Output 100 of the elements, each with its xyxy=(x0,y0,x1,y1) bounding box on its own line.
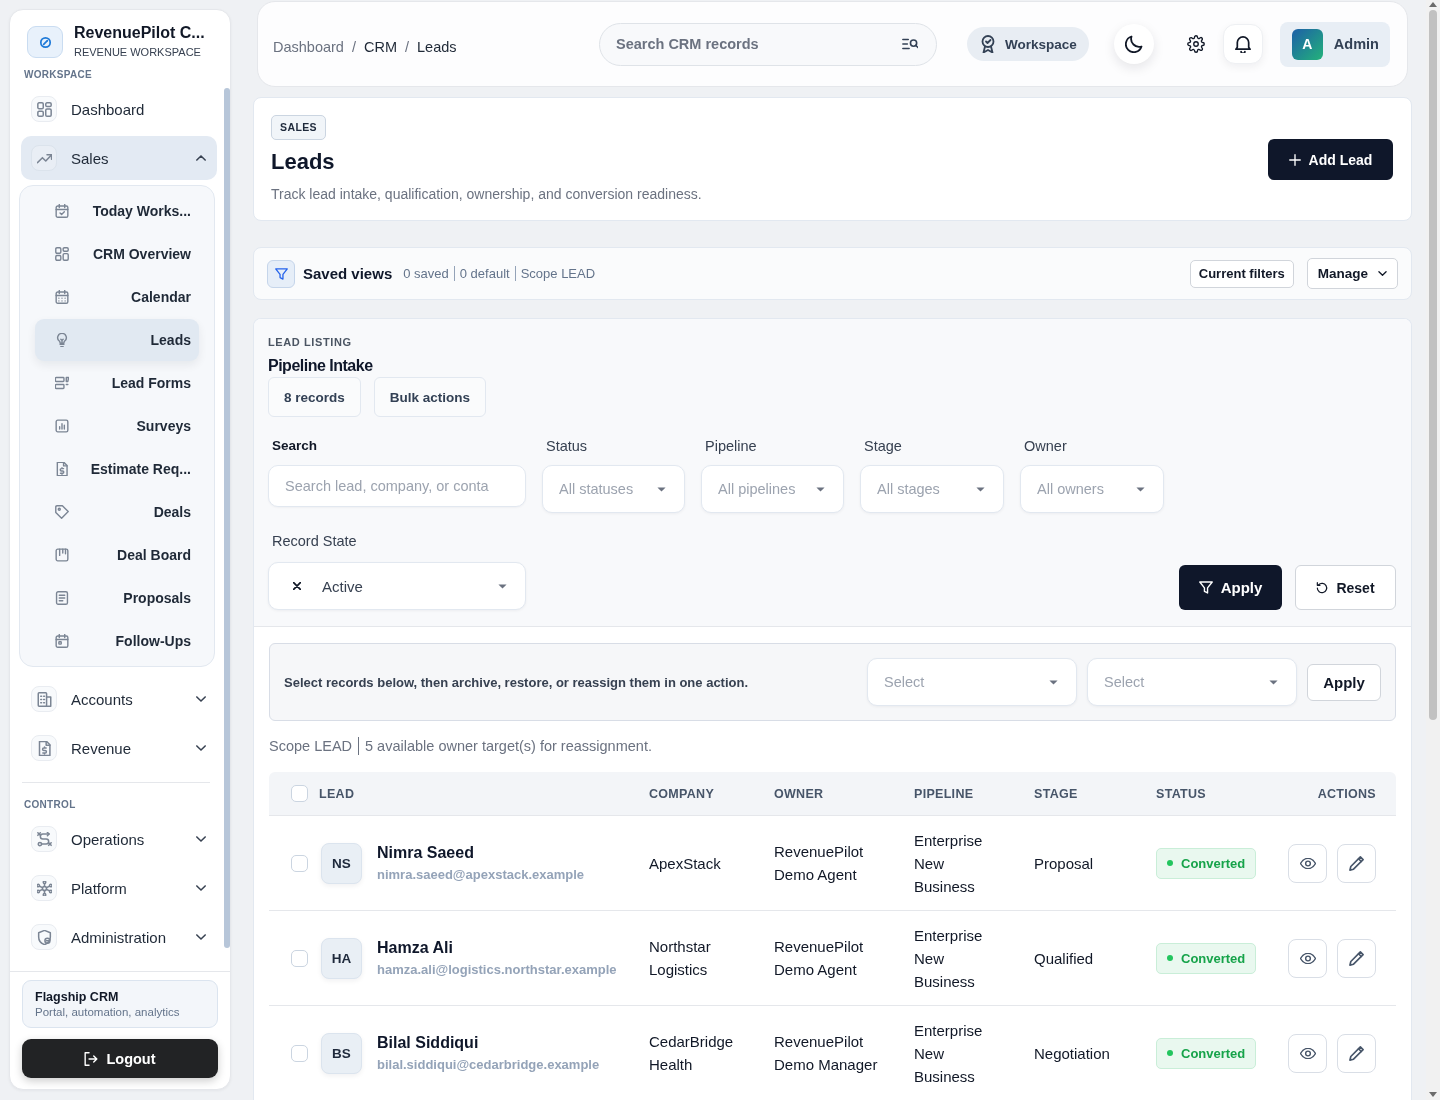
logo-icon xyxy=(27,26,63,58)
grid-icon xyxy=(31,96,57,122)
dollar-document-icon xyxy=(55,462,69,476)
document-icon xyxy=(55,591,69,605)
page-title: Leads xyxy=(271,148,336,176)
breadcrumb-separator: / xyxy=(351,39,356,55)
account-button[interactable]: A Admin xyxy=(1279,21,1390,67)
table-cell-text: Enterprise New Business xyxy=(914,925,984,992)
column-header: STAGE xyxy=(1034,786,1079,801)
section-eyebrow: LEAD LISTING xyxy=(268,336,353,348)
calendar-icon xyxy=(55,634,69,648)
route-icon xyxy=(31,826,57,852)
column-header: COMPANY xyxy=(649,786,716,801)
bulk-apply-button[interactable]: Apply xyxy=(1307,663,1381,701)
breadcrumb-link[interactable]: Dashboard xyxy=(273,39,344,55)
status-dot-icon xyxy=(1167,1050,1173,1056)
form-icon xyxy=(55,376,69,390)
chevron-down-icon xyxy=(1378,271,1387,276)
lightbulb-icon xyxy=(55,333,69,347)
column-header: OWNER xyxy=(774,786,825,801)
trend-icon xyxy=(31,145,57,171)
logout-icon xyxy=(84,1051,99,1066)
edit-button[interactable] xyxy=(1337,843,1376,883)
submenu-item[interactable]: Proposals xyxy=(35,577,199,619)
breadcrumb-separator: / xyxy=(405,39,410,55)
nav-item[interactable]: Sales xyxy=(21,136,217,180)
view-button[interactable] xyxy=(1288,938,1327,978)
nav-item[interactable]: Platform xyxy=(21,866,217,910)
award-icon xyxy=(979,35,997,53)
caret-icon xyxy=(1136,486,1145,492)
filter-label: Record State xyxy=(271,534,358,548)
table-cell-text: Northstar Logistics xyxy=(649,937,712,980)
logout-button[interactable]: Logout xyxy=(22,1039,218,1078)
submenu-item[interactable]: Today Works... xyxy=(35,190,199,232)
manage-button[interactable]: Manage xyxy=(1306,258,1398,289)
search-input[interactable]: Search lead, company, or conta xyxy=(268,465,526,507)
apply-button[interactable]: Apply xyxy=(1179,565,1282,610)
breadcrumb-item: CRM xyxy=(363,39,397,55)
nav-item[interactable]: Dashboard xyxy=(21,87,217,131)
bulk-actions-hint: Select records below, then archive, restore, or reassign them in one action. xyxy=(284,674,750,690)
search-field[interactable]: Search CRM records xyxy=(599,22,937,66)
table-cell-text: Proposal xyxy=(1034,853,1095,874)
lead-email: bilal.siddiqui@cedarbridge.example xyxy=(377,1057,600,1073)
settings-icon xyxy=(1186,35,1205,53)
sidebar-scrollbar[interactable] xyxy=(224,88,230,948)
filter-label: Search xyxy=(271,439,319,453)
row-checkbox[interactable] xyxy=(291,854,308,872)
clear-icon xyxy=(293,582,301,590)
submenu-item[interactable]: Follow-Ups xyxy=(35,620,199,662)
eye-icon xyxy=(1299,1047,1316,1059)
submenu-item[interactable]: Surveys xyxy=(35,405,199,447)
nav-item[interactable]: Revenue xyxy=(21,726,217,770)
submenu-item[interactable]: Lead Forms xyxy=(35,362,199,404)
submenu-item[interactable]: Calendar xyxy=(35,276,199,318)
edit-button[interactable] xyxy=(1337,938,1376,978)
lead-name: Nimra Saeed xyxy=(377,843,475,863)
caret-icon xyxy=(498,583,507,589)
submenu-item[interactable]: Deal Board xyxy=(35,534,199,576)
submenu-item[interactable]: Estimate Req... xyxy=(35,448,199,490)
filter-icon xyxy=(1198,581,1213,594)
status-label: Converted xyxy=(1181,855,1246,871)
nav-item[interactable]: Administration xyxy=(21,915,217,959)
eye-icon xyxy=(1299,857,1316,869)
table-cell-text: Qualified xyxy=(1034,948,1095,969)
filter-label: Stage xyxy=(863,439,903,453)
edit-button[interactable] xyxy=(1337,1033,1376,1073)
bar-chart-icon xyxy=(55,419,69,433)
nav-item[interactable]: Accounts xyxy=(21,677,217,721)
lead-name: Bilal Siddiqui xyxy=(377,1033,480,1053)
saved-views-stat: 0 saved xyxy=(402,266,450,281)
brand-subtitle: REVENUE WORKSPACE xyxy=(74,46,202,59)
view-button[interactable] xyxy=(1288,843,1327,883)
current-filters-button[interactable]: Current filters xyxy=(1189,259,1294,288)
pencil-icon xyxy=(1349,950,1364,966)
page-scrollbar[interactable] xyxy=(1426,0,1440,1100)
submenu-item[interactable]: CRM Overview xyxy=(35,233,199,275)
row-checkbox[interactable] xyxy=(291,949,308,967)
listing-chip[interactable]: Bulk actions xyxy=(373,377,487,417)
listing-title: Pipeline Intake xyxy=(268,356,374,376)
select-all-checkbox[interactable] xyxy=(291,785,308,802)
caret-icon xyxy=(1269,679,1278,685)
pencil-icon xyxy=(1349,1045,1364,1061)
workspace-button[interactable]: Workspace xyxy=(967,27,1089,61)
submenu-item[interactable]: Deals xyxy=(35,491,199,533)
calendar-check-icon xyxy=(55,204,69,218)
nav-item[interactable]: Operations xyxy=(21,817,217,861)
row-checkbox[interactable] xyxy=(291,1044,308,1062)
submenu-item[interactable]: Leads xyxy=(35,319,199,361)
listing-chip[interactable]: 8 records xyxy=(268,377,361,417)
filter-label: Owner xyxy=(1023,439,1068,453)
shield-icon xyxy=(31,924,57,950)
theme-toggle-button[interactable] xyxy=(1113,24,1154,64)
notifications-button[interactable] xyxy=(1222,24,1263,64)
reset-button[interactable]: Reset xyxy=(1295,565,1396,610)
record-state-select[interactable]: Active xyxy=(268,562,526,610)
view-button[interactable] xyxy=(1288,1033,1327,1073)
saved-views-title: Saved views xyxy=(303,265,393,282)
add-lead-button[interactable]: Add Lead xyxy=(1268,139,1393,180)
moon-icon xyxy=(1124,35,1143,53)
eye-icon xyxy=(1299,952,1316,964)
